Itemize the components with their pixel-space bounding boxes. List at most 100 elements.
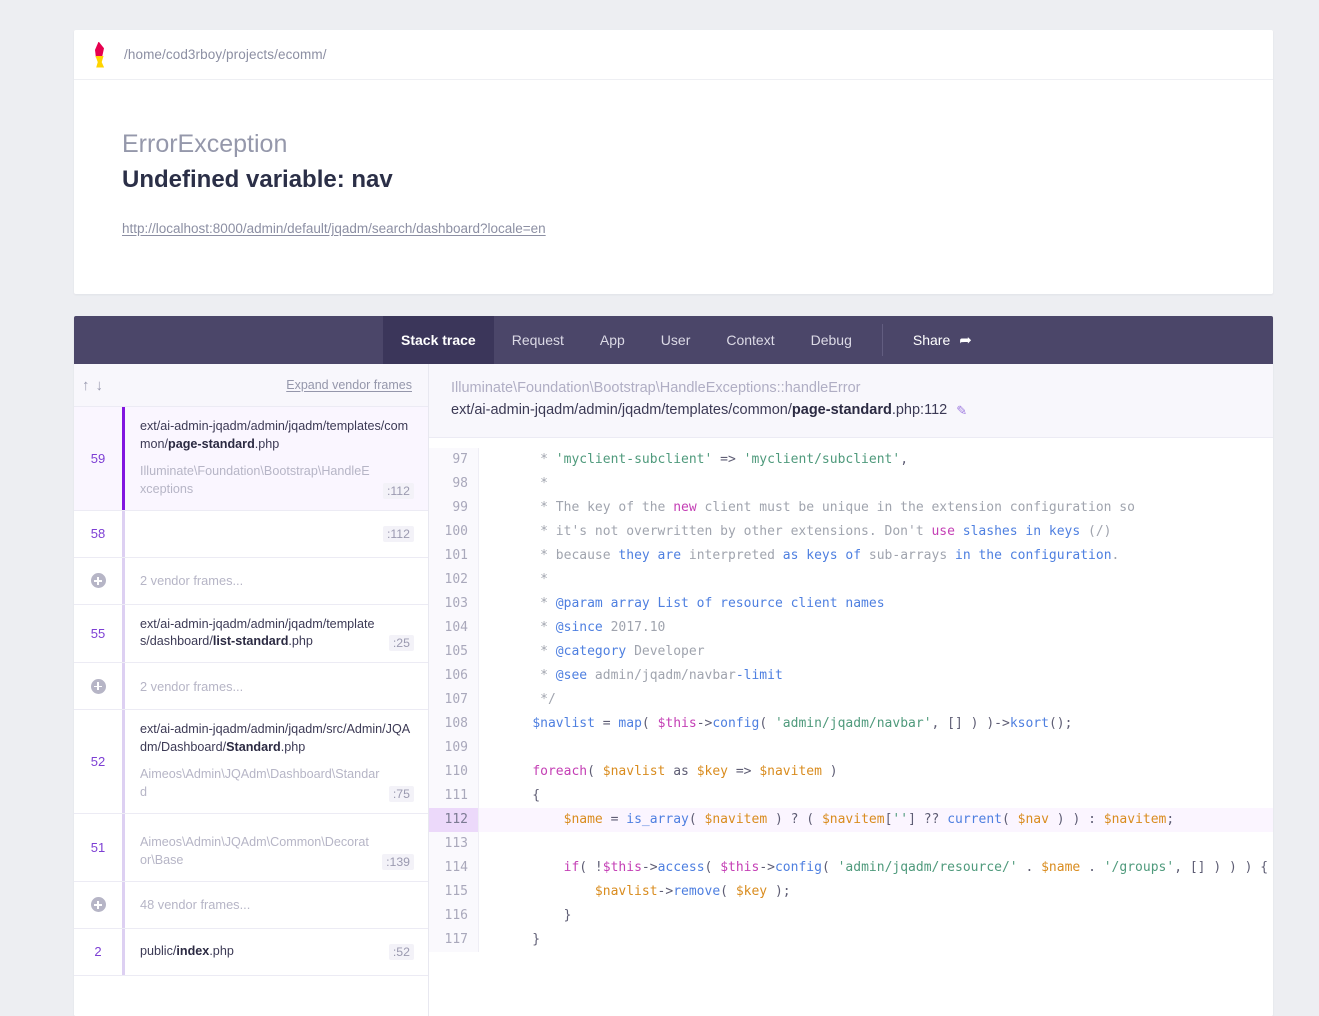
frame-line-number: :75 xyxy=(388,785,414,802)
code-line-number: 104 xyxy=(429,615,479,640)
code-line-text xyxy=(479,736,501,760)
code-line: 116 } xyxy=(429,903,1273,928)
plus-circle-icon[interactable] xyxy=(74,882,122,928)
code-line-text: * @since 2017.10 xyxy=(501,619,666,635)
code-listing[interactable]: 97 * 'myclient-subclient' => 'myclient/s… xyxy=(429,437,1273,1016)
frame-file-path: public/index.php xyxy=(140,943,234,958)
code-line: 103 * @param array List of resource clie… xyxy=(429,591,1273,616)
stack-frames-list[interactable]: ↑ ↓ Expand vendor frames 59 ext/ai-admin-… xyxy=(74,364,429,1016)
code-line-number: 114 xyxy=(429,855,479,880)
vendor-frames-row[interactable]: 2 vendor frames... xyxy=(74,663,428,711)
code-line-text: * @category Developer xyxy=(501,643,705,659)
code-line-text: foreach( $navlist as $key => $navitem ) xyxy=(532,763,838,779)
stack-frame-row[interactable]: 59 ext/ai-admin-jqadm/admin/jqadm/templat… xyxy=(74,407,428,511)
code-line-number: 116 xyxy=(429,903,479,928)
tab-app[interactable]: App xyxy=(582,316,643,364)
tab-debug[interactable]: Debug xyxy=(793,316,870,364)
code-line-text: $name = is_array( $navitem ) ? ( $navite… xyxy=(563,811,1175,827)
code-line-text: * it's not overwritten by other extensio… xyxy=(501,523,1112,539)
vendor-frames-label: 2 vendor frames... xyxy=(140,573,244,588)
code-line-number: 97 xyxy=(429,447,479,472)
frame-number: 52 xyxy=(90,754,106,769)
code-line: 107 */ xyxy=(429,687,1273,712)
frame-class-name: Illuminate\Foundation\Bootstrap\HandleEx… xyxy=(140,463,370,496)
code-line: 117 } xyxy=(429,927,1273,952)
code-line: 111 { xyxy=(429,783,1273,808)
stack-frame-row[interactable]: 55 ext/ai-admin-jqadm/admin/jqadm/templat… xyxy=(74,604,428,664)
plus-circle-icon[interactable] xyxy=(74,558,122,604)
code-line: 97 * 'myclient-subclient' => 'myclient/s… xyxy=(429,447,1273,472)
pencil-icon[interactable]: ✎ xyxy=(956,401,967,422)
code-line-number: 111 xyxy=(429,783,479,808)
code-line-text: * 'myclient-subclient' => 'myclient/subc… xyxy=(501,451,909,467)
tab-request[interactable]: Request xyxy=(494,316,582,364)
code-line-text: $navlist->remove( $key ); xyxy=(594,883,791,899)
vendor-frames-row[interactable]: 2 vendor frames... xyxy=(74,557,428,605)
frames-toolbar: ↑ ↓ Expand vendor frames xyxy=(74,364,428,407)
stack-frame-row[interactable]: 52 ext/ai-admin-jqadm/admin/jqadm/src/Adm… xyxy=(74,710,428,814)
tab-user[interactable]: User xyxy=(643,316,709,364)
exception-message: Undefined variable: nav xyxy=(122,166,393,193)
code-line-number: 112 xyxy=(429,807,479,832)
code-line-number: 98 xyxy=(429,471,479,496)
code-line-number: 109 xyxy=(429,735,479,760)
code-line-text: $navlist = map( $this->config( 'admin/jq… xyxy=(532,715,1073,731)
frame-line-number: :139 xyxy=(382,853,414,870)
code-header-class: Illuminate\Foundation\Bootstrap\HandleEx… xyxy=(451,380,861,396)
code-line: 109 xyxy=(429,735,1273,760)
vendor-frames-label: 48 vendor frames... xyxy=(140,897,251,912)
code-line-text: * @param array List of resource client n… xyxy=(501,595,885,611)
code-pane: Illuminate\Foundation\Bootstrap\HandleEx… xyxy=(429,364,1273,1016)
code-line-text: * because they are interpreted as keys o… xyxy=(501,547,1120,563)
arrow-down-icon[interactable]: ↓ xyxy=(96,377,104,394)
code-line: 105 * @category Developer xyxy=(429,639,1273,664)
ignition-flame-icon xyxy=(92,41,108,68)
code-line: 104 * @since 2017.10 xyxy=(429,615,1273,640)
expand-vendor-frames-link[interactable]: Expand vendor frames xyxy=(286,378,412,392)
frame-number: 51 xyxy=(90,839,106,855)
code-line-number: 110 xyxy=(429,759,479,784)
exception-summary: ErrorException Undefined variable: nav h… xyxy=(74,80,1273,294)
code-header: Illuminate\Foundation\Bootstrap\HandleEx… xyxy=(429,364,1273,438)
share-button[interactable]: Share ➦ xyxy=(895,316,990,364)
code-line-text: * xyxy=(501,475,548,491)
code-line-text: if( !$this->access( $this->config( 'admi… xyxy=(563,859,1269,875)
code-line-number: 115 xyxy=(429,879,479,904)
code-line: 106 * @see admin/jqadm/navbar-limit xyxy=(429,663,1273,688)
code-line: 101 * because they are interpreted as ke… xyxy=(429,543,1273,568)
code-line-number: 105 xyxy=(429,639,479,664)
exception-header-card: /home/cod3rboy/projects/ecomm/ ErrorExce… xyxy=(74,30,1273,295)
vendor-frames-row[interactable]: 48 vendor frames... xyxy=(74,881,428,929)
code-line-number: 100 xyxy=(429,519,479,544)
code-file-name: page-standard xyxy=(791,402,892,419)
request-url-link[interactable]: http://localhost:8000/admin/default/jqad… xyxy=(122,221,546,236)
stack-frame-row[interactable]: 2 public/index.php :52 xyxy=(74,928,428,976)
code-line-number: 101 xyxy=(429,543,479,568)
code-line: 100 * it's not overwritten by other exte… xyxy=(429,519,1273,544)
code-line-number: 117 xyxy=(429,927,479,952)
stack-frame-row[interactable]: 58:112 xyxy=(74,510,428,558)
frame-line-number: :112 xyxy=(382,525,414,542)
code-line-text: * xyxy=(501,571,548,587)
share-label: Share xyxy=(912,332,951,348)
frame-line-number: :25 xyxy=(388,635,414,652)
frame-number: 55 xyxy=(90,625,106,641)
frame-line-number: :52 xyxy=(388,944,414,961)
code-line-number: 102 xyxy=(429,567,479,592)
code-line: 98 * xyxy=(429,471,1273,496)
code-line-text: * @see admin/jqadm/navbar-limit xyxy=(501,667,783,683)
frame-number: 2 xyxy=(94,944,102,959)
tab-bar: Stack trace Request App User Context Deb… xyxy=(74,316,1273,364)
plus-circle-icon[interactable] xyxy=(74,663,122,709)
code-line-text: { xyxy=(501,787,541,803)
arrow-up-icon[interactable]: ↑ xyxy=(82,377,90,394)
tab-context[interactable]: Context xyxy=(708,316,792,364)
code-line-text: * The key of the new client must be uniq… xyxy=(501,499,1135,515)
tab-stack-trace[interactable]: Stack trace xyxy=(383,316,494,364)
stack-frame-row[interactable]: 51 Aimeos\Admin\JQAdm\Common\Decorator\Ba… xyxy=(74,813,428,882)
code-line: 102 * xyxy=(429,567,1273,592)
code-line: 99 * The key of the new client must be u… xyxy=(429,495,1273,520)
code-line-number: 99 xyxy=(429,495,479,520)
frame-number: 59 xyxy=(90,450,106,466)
code-line-number: 113 xyxy=(429,831,479,856)
